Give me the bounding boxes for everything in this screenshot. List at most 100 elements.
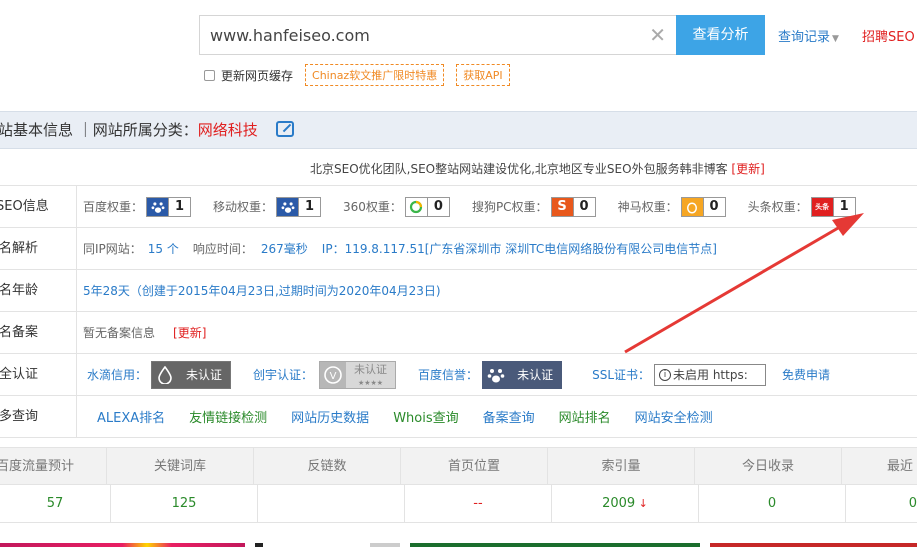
refresh-cache-checkbox[interactable] <box>204 69 215 81</box>
query-history-dropdown[interactable]: 查询记录 ▼ <box>778 26 839 45</box>
age-value[interactable]: 5年28天（创建于2015年04月23日,过期时间为2020年04月23日) <box>83 282 441 299</box>
analyze-button[interactable]: 查看分析 <box>676 15 765 55</box>
chuangyu-badge[interactable]: V 未认证 ★★★★ <box>319 360 397 389</box>
chevron-down-icon: ▼ <box>832 34 839 44</box>
security-label: 安全认证 <box>0 354 77 395</box>
stats-header-cell: 索引量 <box>548 448 695 484</box>
weight-badge[interactable]: 头条 1 <box>810 196 856 217</box>
api-link[interactable]: 获取API <box>456 64 510 86</box>
ip-info-link[interactable]: IP：119.8.117.51[广东省深圳市 深圳TC电信网络股份有限公司电信节… <box>322 240 717 257</box>
stats-header-cell: 关键词库 <box>107 448 254 484</box>
baidu-credit-badge-text: 未认证 <box>509 361 562 388</box>
v-shield-icon: V <box>320 361 347 388</box>
stats-value: 2009 <box>602 496 636 511</box>
stats-value: 0 <box>908 496 917 511</box>
age-content: 5年28天（创建于2015年04月23日,过期时间为2020年04月23日) <box>77 282 441 299</box>
more-query-link[interactable]: Whois查询 <box>393 407 458 426</box>
dns-content: 同IP网站： 15 个 响应时间： 267毫秒 IP：119.8.117.51[… <box>77 240 717 257</box>
weight-item: 头条权重： 头条 1 <box>748 196 856 217</box>
age-row: 域名年龄 5年28天（创建于2015年04月23日,过期时间为2020年04月2… <box>0 270 917 312</box>
description-update-link[interactable]: [更新] <box>731 162 764 176</box>
icp-label: 域名备案 <box>0 312 77 353</box>
baidu-paw-icon <box>277 197 299 216</box>
stats-header-cell: 今日收录 <box>695 448 842 484</box>
down-arrow-icon: ↓ <box>635 497 648 510</box>
weight-badge[interactable]: 1 <box>276 196 322 217</box>
weight-badge[interactable]: 0 <box>404 196 450 217</box>
security-row: 安全认证 水滴信用： 未认证 创宇认证： V 未认证 ★★★★ 百度信誉： <box>0 354 917 396</box>
more-query-link[interactable]: 友情链接检测 <box>189 407 267 426</box>
more-query-link[interactable]: 网站历史数据 <box>291 407 369 426</box>
search-input[interactable] <box>200 16 630 54</box>
water-drop-icon <box>152 361 179 388</box>
weight-value: 1 <box>832 197 855 216</box>
baidu-credit-label: 百度信誉： <box>418 368 479 382</box>
options-row: 更新网页缓存 Chinaz软文推广限时特惠 获取API <box>204 64 510 86</box>
more-query-link[interactable]: 网站排名 <box>559 407 611 426</box>
bottom-banner-strip <box>255 543 400 547</box>
weight-label: 神马权重： <box>617 200 678 214</box>
free-apply-link[interactable]: 免费申请 <box>782 366 830 383</box>
bottom-banner-strip <box>710 543 917 547</box>
weight-label: 搜狗PC权重： <box>471 200 548 214</box>
hire-seo-link[interactable]: 招聘SEO <box>862 26 915 45</box>
more-query-link[interactable]: ALEXA排名 <box>97 407 165 426</box>
dns-label: 域名解析 <box>0 228 77 269</box>
response-label: 响应时间： <box>192 242 253 256</box>
more-label: 更多查询 <box>0 396 77 437</box>
weight-value: 1 <box>168 197 190 216</box>
weight-value: 1 <box>298 197 320 216</box>
weight-value: 0 <box>426 197 449 216</box>
stats-table: 百度流量预计 关键词库 反链数 首页位置 索引量 今日收录 最近 57 125 -- 2009 ↓… <box>0 447 917 523</box>
weight-label: 移动权重： <box>213 200 274 214</box>
refresh-cache-label[interactable]: 更新网页缓存 <box>221 67 293 84</box>
bottom-banner-strip <box>0 543 245 547</box>
bottom-banner-strip <box>410 543 700 547</box>
ssl-label: SSL证书： <box>592 368 650 382</box>
ssl-status: i 未启用 https: <box>654 363 766 386</box>
weights-list: 百度权重： 1 移动权重： 1 360权重： 0 搜狗PC权重： S 0 神马权重： 0 头条权重：头… <box>77 196 878 217</box>
more-links: ALEXA排名 友情链接检测 网站历史数据 Whois查询 备案查询 网站排名 网站安全检测 <box>77 407 737 426</box>
stats-value-cell[interactable]: 57 <box>0 485 111 522</box>
description-text: 北京SEO优化团队,SEO整站网站建设优化,北京地区专业SEO外包服务韩非博客 <box>310 162 728 176</box>
weight-badge[interactable]: 0 <box>680 196 726 217</box>
stats-value: 57 <box>46 496 64 511</box>
same-ip-label: 同IP网站： <box>83 242 142 256</box>
stats-value-cell[interactable]: 125 <box>111 485 258 522</box>
icp-update-link[interactable]: [更新] <box>173 324 206 341</box>
search-box[interactable]: ✕ <box>199 15 676 55</box>
info-icon: i <box>659 368 671 381</box>
site-description: 北京SEO优化团队,SEO整站网站建设优化,北京地区专业SEO外包服务韩非博客 … <box>310 160 765 177</box>
sogou-icon: S <box>551 197 573 216</box>
weight-item: 移动权重： 1 <box>213 196 322 217</box>
stats-value-cell[interactable]: 2009 ↓ <box>552 485 699 522</box>
icp-value: 暂无备案信息 <box>83 326 156 340</box>
clear-icon[interactable]: ✕ <box>649 25 666 45</box>
toutiao-icon: 头条 <box>811 197 833 216</box>
same-ip-value[interactable]: 15 个 <box>148 240 179 257</box>
stats-value: -- <box>473 496 483 511</box>
promo-link[interactable]: Chinaz软文推广限时特惠 <box>305 64 445 86</box>
response-value: 267毫秒 <box>260 242 308 256</box>
stats-value-cell[interactable]: -- <box>405 485 552 522</box>
stats-value-cell[interactable] <box>258 485 405 522</box>
weight-badge[interactable]: 1 <box>146 196 192 217</box>
baidu-credit-badge[interactable]: 未认证 <box>482 360 563 389</box>
weight-item: 360权重： 0 <box>343 196 450 217</box>
icp-content: 暂无备案信息 [更新] <box>77 324 206 341</box>
stats-header: 百度流量预计 关键词库 反链数 首页位置 索引量 今日收录 最近 <box>0 447 917 485</box>
shuidi-badge[interactable]: 未认证 <box>151 360 232 389</box>
stats-value: 0 <box>767 496 777 511</box>
weight-badge[interactable]: S0 <box>550 196 596 217</box>
weight-label: 360权重： <box>343 200 402 214</box>
chuangyu-stars: ★★★★ <box>357 378 384 387</box>
stats-value-cell[interactable]: 0 <box>846 485 917 522</box>
stats-value-cell[interactable]: 0 <box>699 485 846 522</box>
more-query-link[interactable]: 备案查询 <box>483 407 535 426</box>
svg-text:V: V <box>330 371 337 382</box>
query-history-label: 查询记录 <box>778 30 831 45</box>
edit-icon[interactable] <box>275 121 294 137</box>
stats-header-cell: 最近 <box>886 459 913 474</box>
weight-item: 百度权重： 1 <box>83 196 192 217</box>
more-query-link[interactable]: 网站安全检测 <box>635 407 713 426</box>
